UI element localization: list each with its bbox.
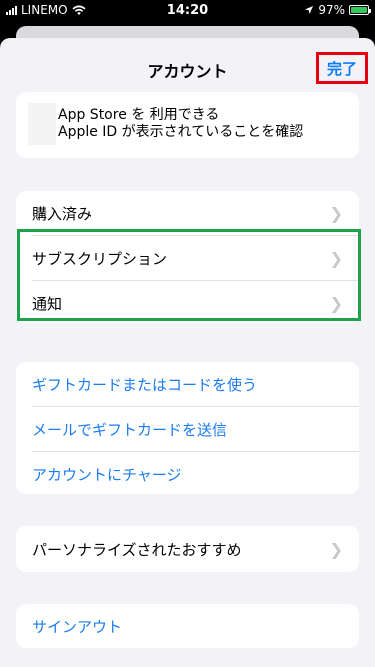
list-item-label: メールでギフトカードを送信 (32, 420, 228, 439)
list-item-label: ギフトカードまたはコードを使う (32, 375, 258, 394)
location-icon (305, 6, 314, 14)
list-item-personalized-recommendations[interactable]: パーソナライズされたおすすめ ❯ (16, 526, 359, 572)
list-item-label: サインアウト (32, 617, 123, 636)
battery-icon (349, 5, 371, 15)
send-gift-card-link[interactable]: メールでギフトカードを送信 (16, 407, 359, 451)
chevron-right-icon: ❯ (329, 540, 343, 559)
redeem-gift-card-link[interactable]: ギフトカードまたはコードを使う (16, 362, 359, 406)
status-right: 97% (304, 3, 371, 17)
list-item-notifications[interactable]: 通知 ❯ (16, 281, 359, 323)
status-bar: LINEMO 14:20 97% (0, 0, 375, 22)
recommendations-card: パーソナライズされたおすすめ ❯ (16, 526, 359, 572)
account-list: 購入済み ❯ サブスクリプション ❯ 通知 ❯ (16, 191, 359, 323)
list-item-label: サブスクリプション (32, 249, 168, 268)
chevron-right-icon: ❯ (329, 204, 343, 223)
apple-id-text: App Store を 利用できる Apple ID が表示されていることを確認 (58, 107, 303, 141)
list-item-label: 購入済み (32, 204, 93, 223)
apple-id-image (28, 103, 56, 145)
apple-id-line2: Apple ID が表示されていることを確認 (58, 124, 304, 140)
list-item-purchased[interactable]: 購入済み ❯ (16, 191, 359, 235)
battery-percent: 97% (318, 3, 345, 17)
chevron-right-icon: ❯ (329, 294, 343, 313)
gift-list: ギフトカードまたはコードを使う メールでギフトカードを送信 アカウントにチャージ (16, 362, 359, 494)
list-item-subscriptions[interactable]: サブスクリプション ❯ (16, 236, 359, 280)
signout-card: サインアウト (16, 604, 359, 648)
done-button[interactable]: 完了 (316, 52, 368, 84)
apple-id-line1: App Store を 利用できる (58, 107, 220, 123)
list-item-label: 通知 (32, 294, 63, 313)
apple-id-card: App Store を 利用できる Apple ID が表示されていることを確認 (16, 92, 359, 158)
list-item-label: アカウントにチャージ (32, 465, 182, 484)
chevron-right-icon: ❯ (329, 249, 343, 268)
list-item-label: パーソナライズされたおすすめ (32, 540, 242, 559)
sign-out-button[interactable]: サインアウト (16, 604, 359, 648)
add-funds-link[interactable]: アカウントにチャージ (16, 452, 359, 494)
